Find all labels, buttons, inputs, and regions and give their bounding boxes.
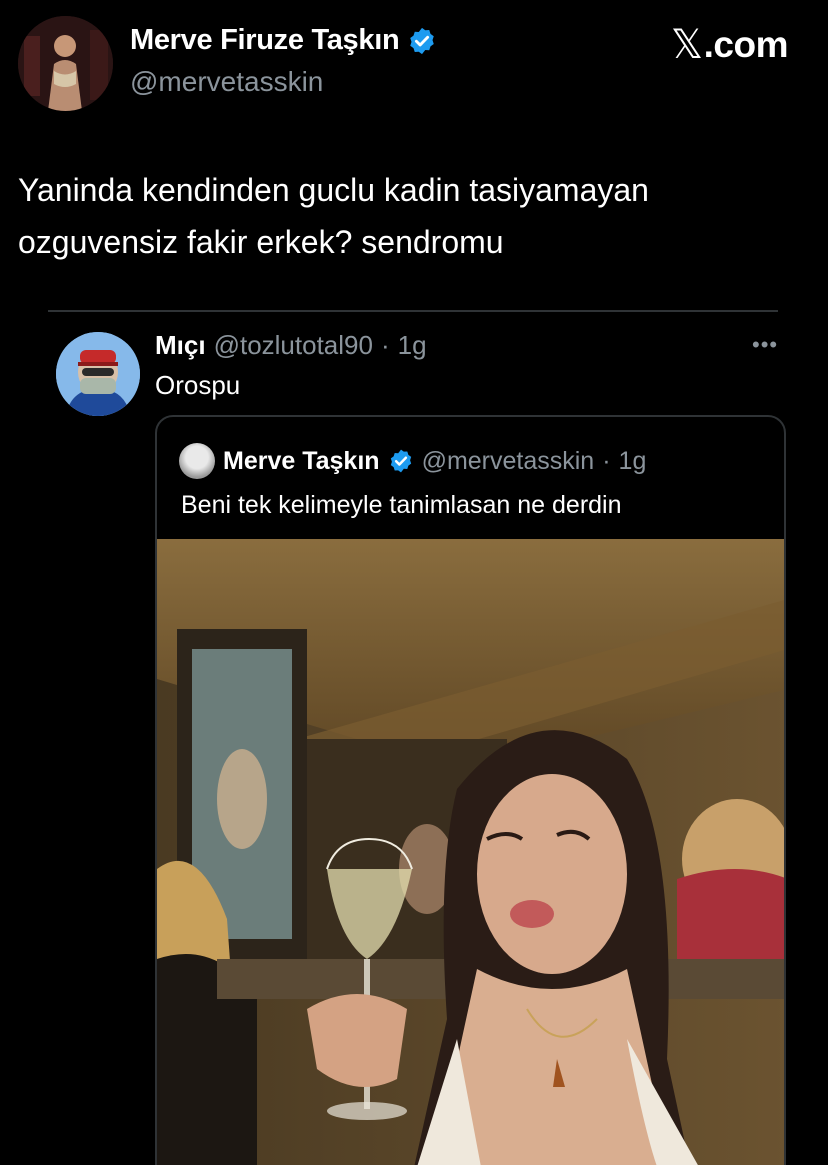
x-brand-logo: 𝕏 .com	[670, 22, 789, 68]
verified-badge-icon	[390, 449, 411, 473]
quote-handle: @mervetasskin	[421, 446, 595, 475]
divider	[48, 310, 778, 312]
reply-text: Orospu	[155, 370, 241, 400]
reply-header: Mıçı @tozlutotal90 · 1g	[155, 330, 427, 361]
quote-display-name: Merve Taşkın	[223, 446, 380, 475]
tweet-line: Yaninda kendinden guclu kadin tasiyamaya…	[18, 172, 649, 208]
quote-avatar	[179, 443, 215, 479]
author-name-text: Merve Firuze Taşkın	[130, 24, 400, 56]
reply-handle[interactable]: @tozlutotal90	[214, 330, 373, 361]
reply-avatar[interactable]	[56, 332, 140, 416]
tweet-text: Yaninda kendinden guclu kadin tasiyamaya…	[18, 164, 798, 268]
reply-time[interactable]: 1g	[398, 330, 427, 361]
author-display-name[interactable]: Merve Firuze Taşkın	[130, 24, 437, 57]
quote-time: 1g	[618, 446, 647, 475]
quote-photo[interactable]	[157, 539, 786, 1165]
more-options-icon[interactable]: •••	[752, 332, 778, 358]
tweet-line: ozguvensiz fakir erkek? sendromu	[18, 224, 504, 260]
author-avatar[interactable]	[18, 16, 113, 111]
quote-header: Merve Taşkın @mervetasskin · 1g	[179, 443, 646, 479]
brand-domain: .com	[703, 24, 789, 65]
quoted-tweet-card[interactable]: Merve Taşkın @mervetasskin · 1g Beni tek…	[155, 415, 786, 1165]
reply-display-name[interactable]: Mıçı	[155, 330, 206, 361]
quote-text: Beni tek kelimeyle tanimlasan ne derdin	[181, 491, 622, 519]
verified-badge-icon	[410, 27, 435, 54]
reply-separator: ·	[380, 330, 390, 360]
x-logo-icon: 𝕏	[670, 22, 703, 68]
author-handle[interactable]: @mervetasskin	[130, 66, 323, 98]
quote-separator: ·	[602, 446, 611, 475]
